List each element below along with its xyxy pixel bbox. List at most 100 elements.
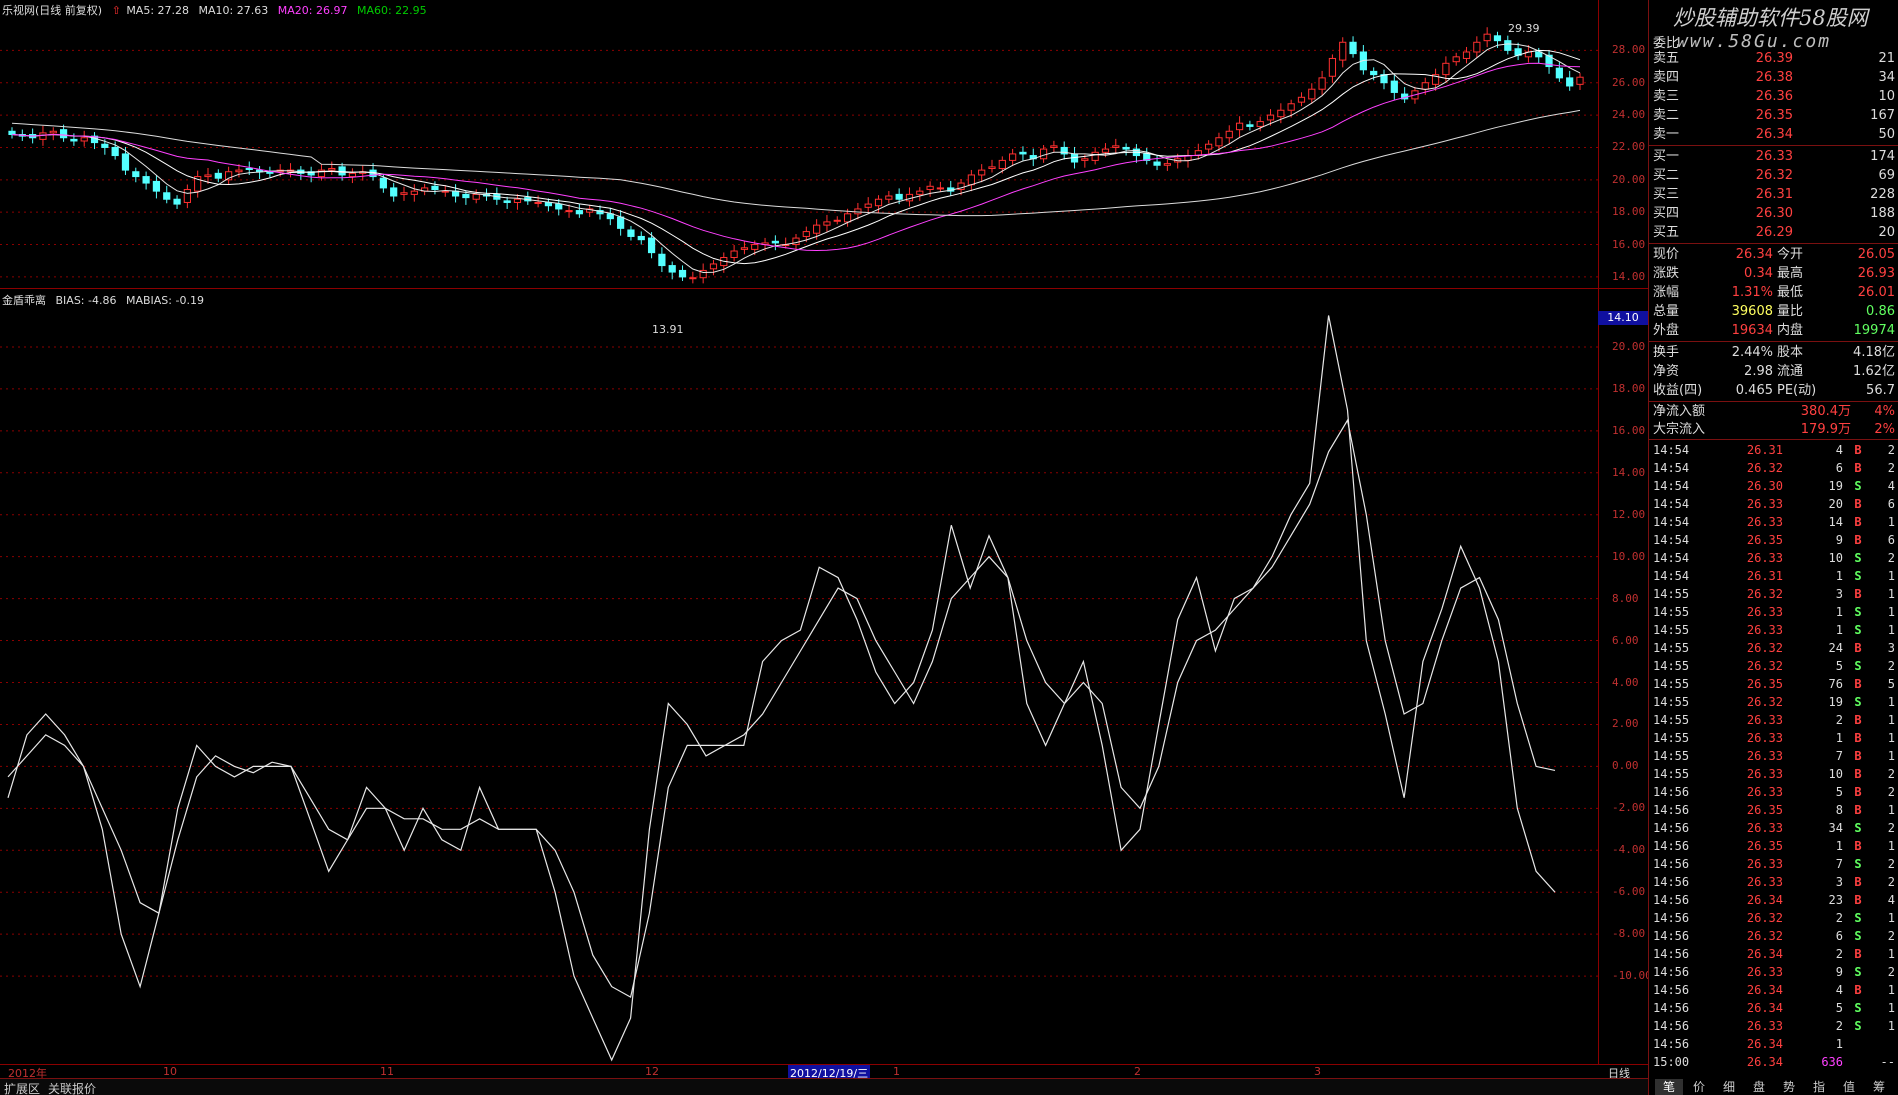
candle-body bbox=[555, 203, 563, 210]
tick-count: 1 bbox=[1887, 911, 1895, 925]
tick-direction: B bbox=[1854, 497, 1862, 511]
tick-direction: S bbox=[1854, 659, 1862, 673]
ma60-line bbox=[11, 109, 1581, 217]
quote-value: 19634 bbox=[1731, 323, 1773, 338]
ma5-label: MA5: 27.28 bbox=[126, 4, 190, 17]
tick-price: 26.33 bbox=[1746, 623, 1783, 637]
tick-row: 14:56 26.32 6 S 2 bbox=[1649, 927, 1898, 945]
candle-body bbox=[1050, 145, 1058, 148]
related-quote-tab[interactable]: 关联报价 bbox=[48, 1080, 96, 1095]
candle-body bbox=[472, 193, 480, 200]
quote-label: 现价 bbox=[1653, 247, 1680, 262]
tick-row: 14:56 26.33 3 B 2 bbox=[1649, 873, 1898, 891]
tick-direction: B bbox=[1854, 947, 1862, 961]
tick-count: 4 bbox=[1887, 479, 1895, 493]
x-label-5: 2 bbox=[1134, 1065, 1141, 1078]
quote-row: 总量 39608 量比 0.86 bbox=[1649, 303, 1898, 321]
price-axis-label: 24.00 bbox=[1612, 108, 1646, 121]
tick-row: 14:56 26.32 2 S 1 bbox=[1649, 909, 1898, 927]
tick-direction: S bbox=[1854, 695, 1862, 709]
tick-row: 14:54 26.35 9 B 6 bbox=[1649, 531, 1898, 549]
right-tab[interactable]: 筹 bbox=[1865, 1079, 1893, 1095]
tick-time: 14:55 bbox=[1653, 749, 1690, 763]
candle-body bbox=[400, 192, 408, 195]
candle-body bbox=[111, 146, 119, 157]
extension-tab[interactable]: 扩展区 bbox=[4, 1080, 40, 1095]
candle-body bbox=[1256, 121, 1264, 127]
tick-time: 14:56 bbox=[1653, 803, 1690, 817]
tick-volume: 7 bbox=[1835, 749, 1843, 763]
candle-body bbox=[431, 185, 439, 191]
tick-count: 2 bbox=[1887, 461, 1895, 475]
stats-value2: 4.18亿 bbox=[1853, 345, 1895, 360]
tick-row: 14:54 26.31 1 S 1 bbox=[1649, 567, 1898, 585]
tick-volume: 3 bbox=[1835, 875, 1843, 889]
tick-row: 14:55 26.33 1 S 1 bbox=[1649, 621, 1898, 639]
watermark-line1: 炒股辅助软件58股网 bbox=[1673, 6, 1868, 30]
quote-panel: 炒股辅助软件58股网 www.58Gu.com 委比 卖五 26.39 21 卖四 26… bbox=[1648, 0, 1898, 1095]
candle-body bbox=[1122, 146, 1130, 150]
bias-axis-label: -10.00 bbox=[1612, 969, 1652, 982]
tick-count: 1 bbox=[1887, 1001, 1895, 1015]
tick-time: 14:55 bbox=[1653, 641, 1690, 655]
ask-label: 卖一 bbox=[1653, 127, 1680, 142]
stats-row: 净资 2.98 流通 1.62亿 bbox=[1649, 363, 1898, 381]
bias-axis-label: 10.00 bbox=[1612, 550, 1646, 563]
tick-time: 14:56 bbox=[1653, 1019, 1690, 1033]
tick-direction: S bbox=[1854, 569, 1862, 583]
tick-time: 14:55 bbox=[1653, 587, 1690, 601]
candle-body bbox=[1566, 77, 1574, 87]
tick-row: 14:56 26.34 4 B 1 bbox=[1649, 981, 1898, 999]
candle-body bbox=[1535, 51, 1543, 58]
candle-body bbox=[8, 130, 16, 136]
tick-volume: 1 bbox=[1835, 623, 1843, 637]
right-tab[interactable]: 细 bbox=[1715, 1079, 1743, 1095]
tick-price: 26.33 bbox=[1746, 605, 1783, 619]
tick-count: 2 bbox=[1887, 767, 1895, 781]
bias-axis-label: 6.00 bbox=[1612, 634, 1639, 647]
tick-direction: B bbox=[1854, 785, 1862, 799]
ask-label: 卖三 bbox=[1653, 89, 1680, 104]
tick-price: 26.33 bbox=[1746, 857, 1783, 871]
price-chart[interactable] bbox=[0, 0, 1648, 290]
tick-price: 26.33 bbox=[1746, 713, 1783, 727]
ask-label: 卖二 bbox=[1653, 108, 1680, 123]
right-tab[interactable]: 盘 bbox=[1745, 1079, 1773, 1095]
right-tab[interactable]: 值 bbox=[1835, 1079, 1863, 1095]
quote-label: 涨幅 bbox=[1653, 285, 1680, 300]
right-tab[interactable]: 指 bbox=[1805, 1079, 1833, 1095]
stats-label: 净资 bbox=[1653, 364, 1680, 379]
bias-value: BIAS: -4.86 bbox=[55, 294, 117, 307]
candle-body bbox=[988, 166, 996, 169]
x-label-2: 11 bbox=[380, 1065, 394, 1078]
tick-volume: 23 bbox=[1828, 893, 1843, 907]
tick-price: 26.33 bbox=[1746, 821, 1783, 835]
tick-direction: B bbox=[1854, 875, 1862, 889]
bias-axis-label: 12.00 bbox=[1612, 508, 1646, 521]
tick-row: 14:55 26.32 24 B 3 bbox=[1649, 639, 1898, 657]
bid-row: 买三 26.31 228 bbox=[1649, 186, 1898, 204]
bid-label: 买三 bbox=[1653, 187, 1680, 202]
x-label-6: 3 bbox=[1314, 1065, 1321, 1078]
candle-body bbox=[1205, 143, 1213, 150]
bid-price: 26.29 bbox=[1755, 225, 1793, 240]
bid-label: 买四 bbox=[1653, 206, 1680, 221]
tick-time: 14:56 bbox=[1653, 821, 1690, 835]
axis-divider bbox=[1598, 0, 1599, 1064]
ask-row: 卖四 26.38 34 bbox=[1649, 69, 1898, 87]
candle-body bbox=[1091, 151, 1099, 161]
status-bar: 扩展区 关联报价 bbox=[0, 1078, 1898, 1095]
tick-volume: 1 bbox=[1835, 1037, 1843, 1051]
bias-line bbox=[7, 315, 1556, 1062]
candle-body bbox=[513, 198, 522, 203]
right-tab[interactable]: 势 bbox=[1775, 1079, 1803, 1095]
mabias-line bbox=[7, 418, 1556, 999]
quote-label2: 最高 bbox=[1777, 266, 1804, 281]
candle-body bbox=[348, 172, 357, 178]
right-tab[interactable]: 价 bbox=[1685, 1079, 1713, 1095]
tick-row: 14:55 26.32 5 S 2 bbox=[1649, 657, 1898, 675]
quote-label2: 今开 bbox=[1777, 247, 1804, 262]
right-tab[interactable]: 笔 bbox=[1655, 1079, 1683, 1095]
tick-price: 26.33 bbox=[1746, 965, 1783, 979]
tick-count: 1 bbox=[1887, 839, 1895, 853]
